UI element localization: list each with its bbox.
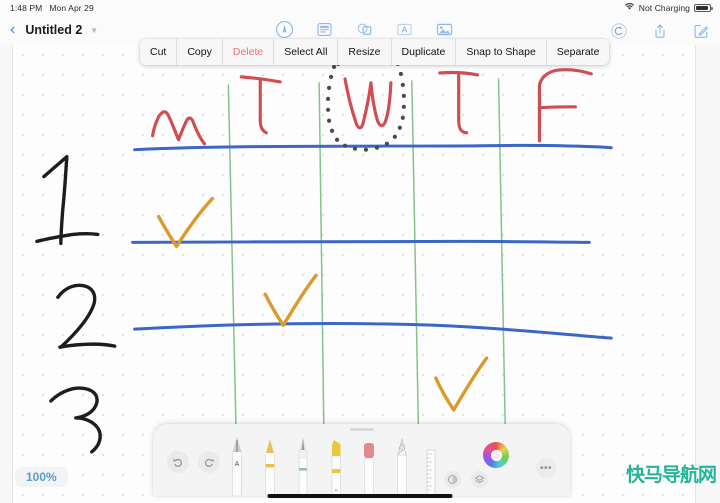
svg-text:A: A <box>235 461 240 468</box>
navbar-center-tools: A <box>274 19 455 40</box>
selection-context-menu: Cut Copy Delete Select All Resize Duplic… <box>140 39 610 65</box>
row-divider-lines <box>131 143 613 340</box>
ctx-select-all[interactable]: Select All <box>274 39 339 65</box>
status-bar-left: 1:48 PM Mon Apr 29 <box>0 3 94 13</box>
ctx-resize[interactable]: Resize <box>338 39 392 65</box>
tool-pen[interactable] <box>292 436 314 497</box>
status-bar-right: Not Charging <box>624 2 720 13</box>
back-chevron-icon[interactable]: ‹ <box>8 22 17 38</box>
tool-marker[interactable] <box>259 436 281 497</box>
status-time: 1:48 PM <box>10 2 43 13</box>
shapes-icon[interactable] <box>354 19 375 40</box>
checkmark-ink <box>156 196 489 412</box>
undo-icon[interactable] <box>608 20 629 41</box>
ctx-delete[interactable]: Delete <box>222 39 275 65</box>
row-label-ink <box>35 154 117 454</box>
opacity-button[interactable] <box>444 471 461 488</box>
ctx-duplicate[interactable]: Duplicate <box>391 39 457 65</box>
navbar-left: ‹ Untitled 2 ▼ <box>0 22 98 38</box>
share-icon[interactable] <box>649 20 670 41</box>
wifi-icon <box>624 2 635 13</box>
ctx-separate[interactable]: Separate <box>546 39 610 65</box>
status-date: Mon Apr 29 <box>49 2 94 13</box>
battery-icon <box>694 3 713 12</box>
navbar-right-tools <box>608 20 711 41</box>
document-text-icon[interactable] <box>314 19 335 40</box>
column-divider-lines <box>227 78 507 449</box>
chevron-down-icon[interactable]: ▼ <box>90 26 98 35</box>
column-header-ink <box>150 68 593 146</box>
layers-button[interactable] <box>471 471 488 488</box>
ipad-notes-app: 1:48 PM Mon Apr 29 Not Charging ‹ Untitl… <box>0 0 720 503</box>
pen-tools-row: A •• <box>226 436 446 497</box>
ctx-cut[interactable]: Cut <box>140 39 178 65</box>
tool-eraser[interactable] <box>358 436 380 497</box>
status-bar: 1:48 PM Mon Apr 29 Not Charging <box>0 0 720 15</box>
redo-arrow-icon[interactable] <box>198 451 220 473</box>
color-wheel[interactable] <box>483 442 509 468</box>
text-box-icon[interactable]: A <box>394 19 415 40</box>
lasso-selection <box>325 56 406 152</box>
svg-text:A: A <box>402 26 408 35</box>
tool-fountain-pen[interactable]: A <box>226 436 248 497</box>
palette-right-controls: ••• <box>428 438 558 496</box>
zoom-level-indicator[interactable]: 100% <box>15 467 68 487</box>
palette-drag-handle[interactable] <box>349 428 374 431</box>
markup-pencil-icon[interactable] <box>274 19 295 40</box>
undo-arrow-icon[interactable] <box>167 451 189 473</box>
drawing-tool-palette: A •• ••• <box>153 424 570 497</box>
tool-pencil[interactable] <box>391 436 413 497</box>
ctx-snap-to-shape[interactable]: Snap to Shape <box>456 39 547 65</box>
more-options-button[interactable]: ••• <box>536 458 556 478</box>
watermark-text: 快马导航网 <box>625 464 717 486</box>
media-photo-icon[interactable] <box>434 19 455 40</box>
document-title[interactable]: Untitled 2 <box>25 23 82 37</box>
compose-icon[interactable] <box>690 20 711 41</box>
battery-status-label: Not Charging <box>638 2 690 13</box>
palette-undo-redo <box>167 451 220 473</box>
home-indicator[interactable] <box>267 494 453 498</box>
svg-text:••: •• <box>335 488 339 493</box>
ctx-copy[interactable]: Copy <box>177 39 223 65</box>
tool-highlighter[interactable]: •• <box>325 436 347 497</box>
